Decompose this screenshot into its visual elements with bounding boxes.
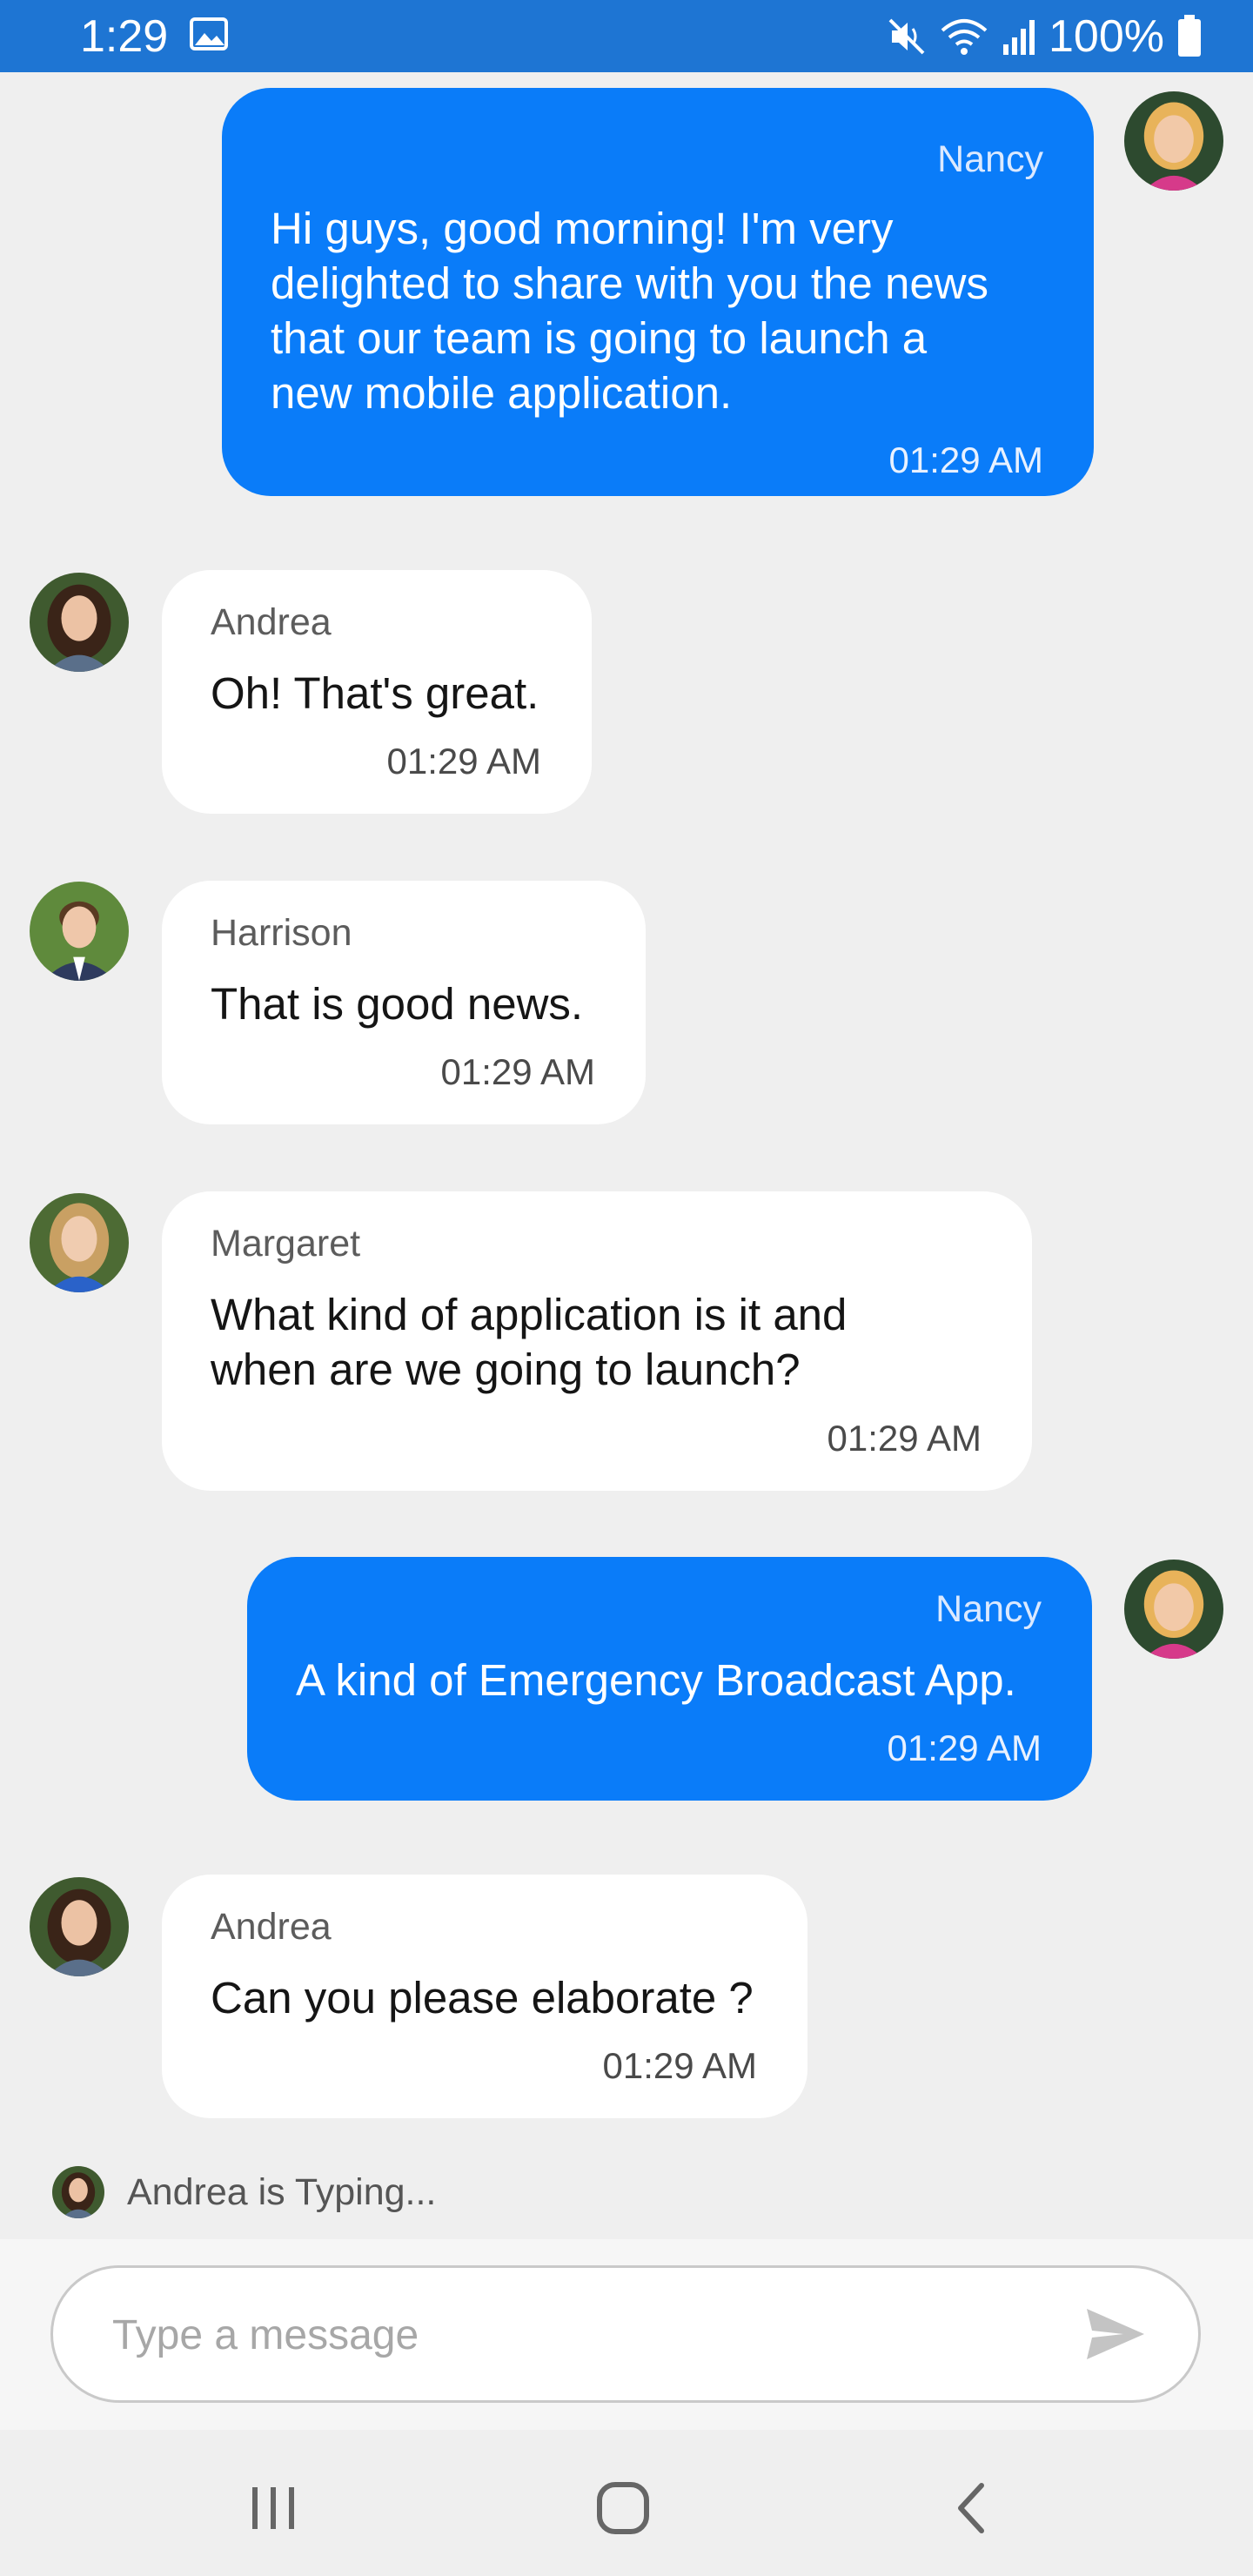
avatar-margaret[interactable] xyxy=(30,1193,129,1292)
typing-text: Andrea is Typing... xyxy=(127,2170,437,2213)
home-icon[interactable] xyxy=(588,2473,658,2543)
message-author: Harrison xyxy=(211,912,352,954)
avatar-andrea[interactable] xyxy=(30,573,129,672)
message-time: 01:29 AM xyxy=(386,741,541,782)
status-bar: 1:29 100% xyxy=(0,0,1253,72)
message-time: 01:29 AM xyxy=(827,1418,982,1459)
message-author: Andrea xyxy=(211,1906,332,1948)
message-time: 01:29 AM xyxy=(888,439,1043,480)
message-author: Andrea xyxy=(211,601,332,643)
message-text: A kind of Emergency Broadcast App. xyxy=(296,1655,1016,1705)
mute-icon xyxy=(888,18,925,55)
avatar-andrea xyxy=(52,2166,104,2218)
message-time: 01:29 AM xyxy=(602,2045,757,2086)
message-bubble[interactable]: Nancy A kind of Emergency Broadcast App.… xyxy=(247,1557,1092,1801)
message-bubble[interactable]: Andrea Oh! That's great. 01:29 AM xyxy=(162,570,592,814)
message-text: Can you please elaborate ? xyxy=(211,1973,754,2023)
battery-icon xyxy=(1178,15,1201,57)
gallery-icon xyxy=(190,17,228,50)
message-input[interactable] xyxy=(111,2268,1071,2402)
message-author: Margaret xyxy=(211,1223,361,1265)
avatar-nancy[interactable] xyxy=(1124,91,1223,191)
message-text: Oh! That's great. xyxy=(211,668,539,718)
message-input-container[interactable] xyxy=(50,2265,1201,2403)
message-author: Nancy xyxy=(937,138,1043,180)
message-text: What kind of application is it and when … xyxy=(211,1290,848,1394)
message-text: That is good news. xyxy=(211,979,584,1029)
typing-indicator: Andrea is Typing... xyxy=(52,2165,436,2219)
message-text: Hi guys, good morning! I'm very delighte… xyxy=(271,204,989,418)
message-bubble[interactable]: Nancy Hi guys, good morning! I'm very de… xyxy=(222,88,1094,496)
signal-icon xyxy=(1003,20,1035,55)
message-list[interactable]: Nancy Hi guys, good morning! I'm very de… xyxy=(0,72,1253,2239)
send-icon[interactable] xyxy=(1085,2307,1146,2361)
message-bubble[interactable]: Margaret What kind of application is it … xyxy=(162,1191,1032,1491)
message-bubble[interactable]: Harrison That is good news. 01:29 AM xyxy=(162,881,646,1124)
status-icons: 100% xyxy=(887,7,1203,66)
message-time: 01:29 AM xyxy=(440,1051,595,1092)
battery-percent: 100% xyxy=(1049,11,1164,62)
status-time: 1:29 xyxy=(80,11,169,62)
message-author: Nancy xyxy=(935,1588,1042,1630)
message-composer xyxy=(0,2239,1253,2430)
back-icon[interactable] xyxy=(938,2473,1008,2543)
recent-apps-icon[interactable] xyxy=(238,2473,308,2543)
avatar-nancy[interactable] xyxy=(1124,1560,1223,1659)
wifi-icon xyxy=(941,19,988,55)
avatar-andrea[interactable] xyxy=(30,1877,129,1976)
message-time: 01:29 AM xyxy=(887,1727,1042,1768)
message-bubble[interactable]: Andrea Can you please elaborate ? 01:29 … xyxy=(162,1875,807,2118)
avatar-harrison[interactable] xyxy=(30,882,129,981)
navigation-bar xyxy=(0,2430,1253,2576)
